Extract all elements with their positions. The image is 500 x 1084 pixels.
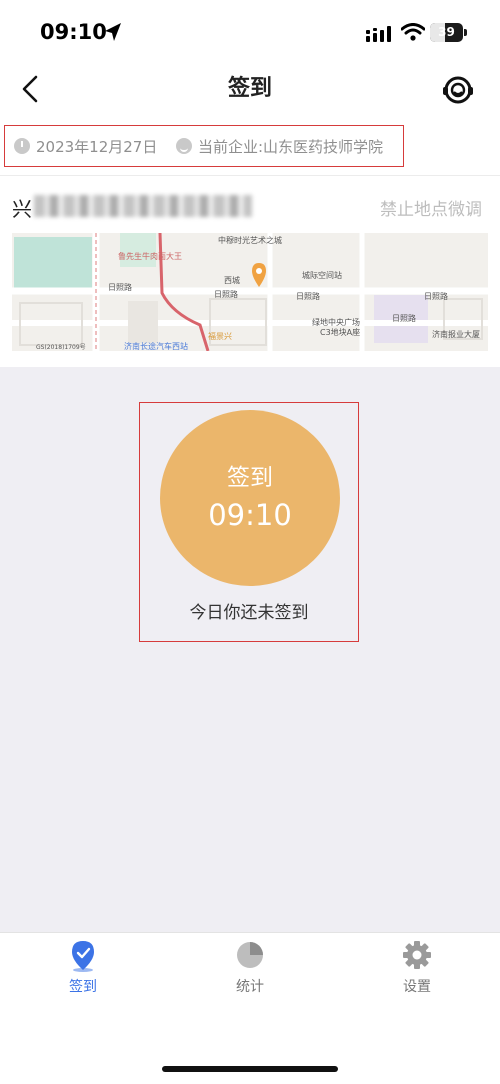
clock-icon	[14, 138, 30, 154]
checkin-time: 09:10	[208, 498, 292, 532]
battery-cap	[464, 29, 467, 36]
battery-level: 39	[438, 25, 455, 39]
status-time: 09:10	[40, 20, 107, 44]
checkin-pin-icon	[72, 941, 94, 972]
map-label: 日照路	[108, 283, 132, 292]
map-label: 日照路	[296, 292, 320, 301]
checkin-status: 今日你还未签到	[189, 603, 309, 623]
gear-icon	[403, 941, 431, 969]
battery-indicator: 39	[430, 23, 463, 42]
map-label: 济南报业大厦	[432, 330, 480, 339]
map-label: 日照路	[392, 314, 416, 323]
map-label: 日照路	[424, 292, 448, 301]
location-adjust-disabled: 禁止地点微调	[380, 200, 482, 220]
map-label: 城际空间站	[302, 271, 342, 280]
wifi-icon	[401, 23, 425, 41]
location-arrow-icon	[105, 23, 121, 41]
tab-statistics[interactable]: 统计	[200, 940, 300, 1000]
checkin-label: 签到	[227, 465, 273, 491]
blurred-address	[34, 195, 252, 217]
page-title: 签到	[227, 76, 272, 101]
support-headset-icon[interactable]	[441, 73, 475, 107]
map-label: C3地块A座	[320, 328, 361, 337]
current-enterprise: 当前企业:山东医药技师学院	[198, 138, 384, 156]
current-date: 2023年12月27日	[36, 138, 158, 156]
address-prefix: 兴	[12, 197, 32, 221]
map-label: 鲁先生牛肉面大王	[118, 252, 182, 261]
tab-settings[interactable]: 设置	[367, 940, 467, 1000]
tab-label: 统计	[236, 979, 264, 995]
map-label: 福景兴	[208, 332, 232, 341]
location-map[interactable]: 中穆时光艺术之城 鲁先生牛肉面大王 日照路 日照路 日照路 日照路 西城 城际空…	[12, 233, 488, 351]
home-indicator[interactable]	[162, 1066, 338, 1072]
divider	[0, 175, 500, 176]
pie-chart-icon	[237, 942, 263, 968]
map-label: 西城	[224, 276, 240, 285]
map-copyright: GS(2018)1709号	[36, 344, 86, 351]
enterprise-icon	[176, 138, 192, 154]
tab-checkin[interactable]: 签到	[33, 940, 133, 1000]
map-label: 中穆时光艺术之城	[218, 236, 282, 245]
tab-label: 设置	[403, 979, 431, 995]
tab-label: 签到	[69, 979, 97, 995]
map-label: 日照路	[214, 290, 238, 299]
map-label: 济南长途汽车西站	[124, 342, 188, 351]
cellular-signal-icon	[366, 26, 391, 42]
